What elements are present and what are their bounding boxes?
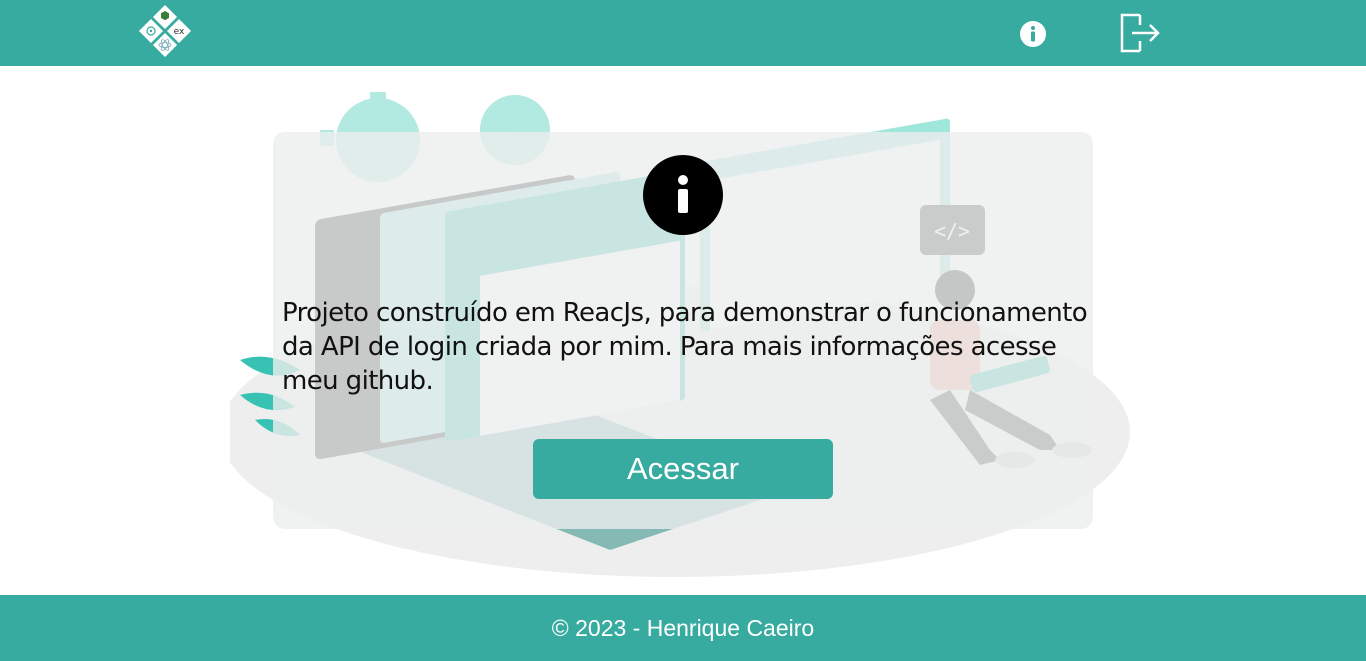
info-circle-icon bbox=[643, 155, 723, 235]
info-card: Projeto construído em ReacJs, para demon… bbox=[273, 132, 1093, 529]
access-button[interactable]: Acessar bbox=[533, 439, 833, 499]
app-footer: © 2023 - Henrique Caeiro bbox=[0, 595, 1366, 661]
app-header: ex bbox=[0, 0, 1366, 66]
svg-text:ex: ex bbox=[174, 27, 185, 37]
info-icon[interactable] bbox=[1019, 20, 1047, 48]
logo-icon[interactable]: ex bbox=[136, 4, 194, 62]
logout-icon[interactable] bbox=[1118, 12, 1162, 54]
description-text: Projeto construído em ReacJs, para demon… bbox=[282, 298, 1088, 396]
copyright-text: © 2023 - Henrique Caeiro bbox=[551, 614, 815, 641]
